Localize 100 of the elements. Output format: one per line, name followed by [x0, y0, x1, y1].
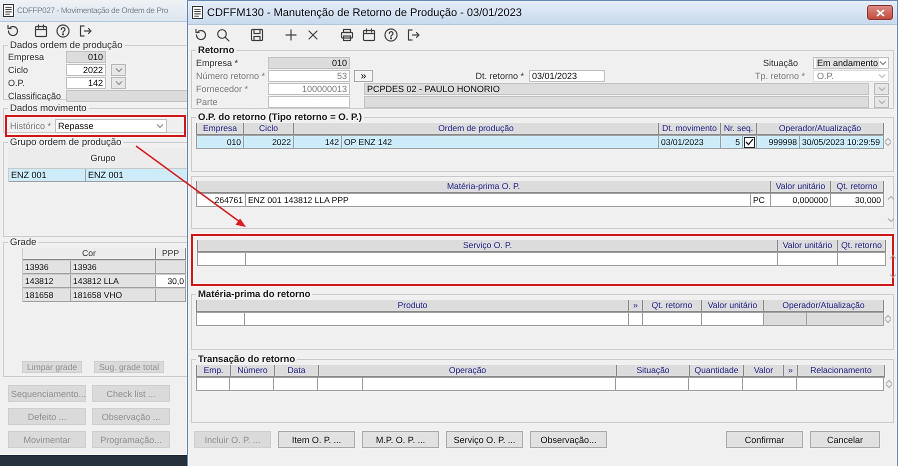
calendar-icon[interactable]	[33, 23, 49, 39]
dropdown[interactable]: Em andamento	[813, 57, 889, 69]
table-cell: 5	[721, 136, 743, 149]
table-cell	[156, 261, 186, 274]
column-header: Número	[231, 365, 275, 377]
table-cell: 13936	[23, 261, 71, 274]
button[interactable]: Item O. P. ...	[278, 431, 355, 448]
scroll-up-icon	[884, 314, 892, 319]
text-field[interactable]: 2022	[66, 64, 106, 76]
table-cell: 30,000	[831, 194, 884, 207]
button[interactable]: M.P. O. P. ...	[362, 431, 439, 448]
field-label: Parte	[196, 96, 219, 108]
button[interactable]: Serviço O. P. ...	[446, 431, 523, 448]
document-icon	[192, 6, 203, 19]
scroll-down-icon	[884, 319, 892, 324]
table-cell: 30,0	[156, 275, 186, 288]
add-icon[interactable]	[283, 27, 299, 43]
table-cell	[156, 289, 186, 302]
column-header: Quantidade	[690, 365, 744, 377]
group-title: Grupo ordem de produção	[9, 137, 122, 148]
help-icon[interactable]	[55, 23, 71, 39]
field-label: Dt. retorno *	[474, 70, 525, 82]
column-header: Ordem de produção	[294, 123, 659, 135]
expand-button[interactable]: »	[354, 70, 373, 82]
column-header: Operador/Atualização	[764, 300, 884, 312]
text-field[interactable]	[66, 90, 187, 102]
table-cell: 181658	[23, 289, 71, 302]
column-header: Produto	[197, 300, 629, 312]
scroll-down-icon	[884, 142, 892, 147]
refresh-icon[interactable]	[193, 27, 209, 43]
field-label: Situação	[763, 57, 800, 69]
column-header: Grupo	[8, 148, 187, 168]
checkbox[interactable]	[744, 136, 755, 148]
field-label: O.P.	[8, 77, 26, 89]
field-label: Classificação	[8, 90, 62, 102]
column-header: Operação	[319, 365, 617, 377]
text-field[interactable]: 142	[66, 77, 106, 89]
table-row[interactable]: 264761 ENZ 001 143812 LLA PPP PC 0,000000 30,000	[196, 193, 884, 207]
column-header: Data	[275, 365, 319, 377]
field-label: Empresa *	[196, 57, 240, 69]
window-title: CDFFM130 - Manutenção de Retorno de Produção - 03/01/2023	[207, 6, 522, 18]
save-icon[interactable]	[249, 27, 265, 43]
column-header: Qt. retorno	[838, 240, 886, 252]
refresh-icon[interactable]	[5, 23, 21, 39]
print-icon[interactable]	[339, 27, 355, 43]
scroll-up-icon	[887, 195, 895, 200]
dropdown[interactable]: Repasse	[55, 119, 168, 133]
field-label: Empresa	[8, 51, 46, 63]
table-cell: 264761	[197, 194, 246, 207]
column-header: Empresa	[197, 123, 244, 135]
scroll-up-icon	[889, 254, 897, 259]
column-header: Serviço O. P.	[198, 240, 778, 252]
group-title: Grade	[9, 237, 38, 248]
table-cell: 010	[197, 136, 244, 149]
table-cell: 2022	[244, 136, 294, 149]
group-title: Dados movimento	[9, 103, 88, 114]
search-icon[interactable]	[215, 27, 231, 43]
column-header: Dt. movimento	[659, 123, 721, 135]
exit-icon[interactable]	[77, 23, 93, 39]
document-icon	[3, 4, 14, 17]
column-header: Cor	[23, 248, 156, 260]
table-cell: 999998	[757, 136, 800, 149]
column-header: »	[784, 365, 798, 377]
column-header: Situação	[617, 365, 690, 377]
table-row[interactable]: ENZ 001 ENZ 001	[8, 168, 187, 182]
column-header: Matéria-prima O. P.	[197, 181, 771, 193]
table-cell: 13936	[71, 261, 156, 274]
column-header: Emp.	[197, 365, 231, 377]
column-header: Relacionamento	[798, 365, 885, 377]
scroll-up-icon	[885, 379, 893, 384]
text-field[interactable]: 010	[268, 57, 350, 69]
table-cell: 03/01/2023	[659, 136, 721, 149]
date-field[interactable]: 03/01/2023	[529, 70, 605, 82]
column-header: Ciclo	[244, 123, 294, 135]
column-header: »	[629, 300, 643, 312]
text-field[interactable]	[268, 96, 350, 108]
scroll-down-icon	[889, 274, 897, 279]
button[interactable]: Observação...	[530, 431, 607, 448]
table-cell: OP ENZ 142	[342, 136, 659, 149]
scroll-up-icon	[884, 137, 892, 142]
button[interactable]: Cancelar	[810, 431, 880, 448]
table-cell: PC	[751, 194, 771, 207]
column-header: Valor	[744, 365, 784, 377]
group-title: Retorno	[197, 45, 236, 56]
group-title: Transação do retorno	[197, 354, 296, 365]
table-cell: 142	[294, 136, 342, 149]
button[interactable]: Confirmar	[726, 431, 803, 448]
help-icon[interactable]	[383, 27, 399, 43]
table-row[interactable]: 010 2022 142 OP ENZ 142 03/01/2023 5 999998 30/05/2023 10:29:59	[196, 135, 884, 149]
column-header: Nr. seq.	[721, 123, 757, 135]
column-header: PPP	[156, 248, 186, 260]
column-header: Valor unitário	[702, 300, 764, 312]
calendar-icon[interactable]	[361, 27, 377, 43]
close-button[interactable]	[867, 5, 893, 20]
column-header: Qt. retorno	[643, 300, 702, 312]
table-cell: 0,000000	[771, 194, 831, 207]
column-header: Valor unitário	[771, 181, 831, 193]
column-header: Operador/Atualização	[757, 123, 884, 135]
text-field[interactable]: 010	[66, 51, 106, 63]
exit-icon[interactable]	[405, 27, 421, 43]
